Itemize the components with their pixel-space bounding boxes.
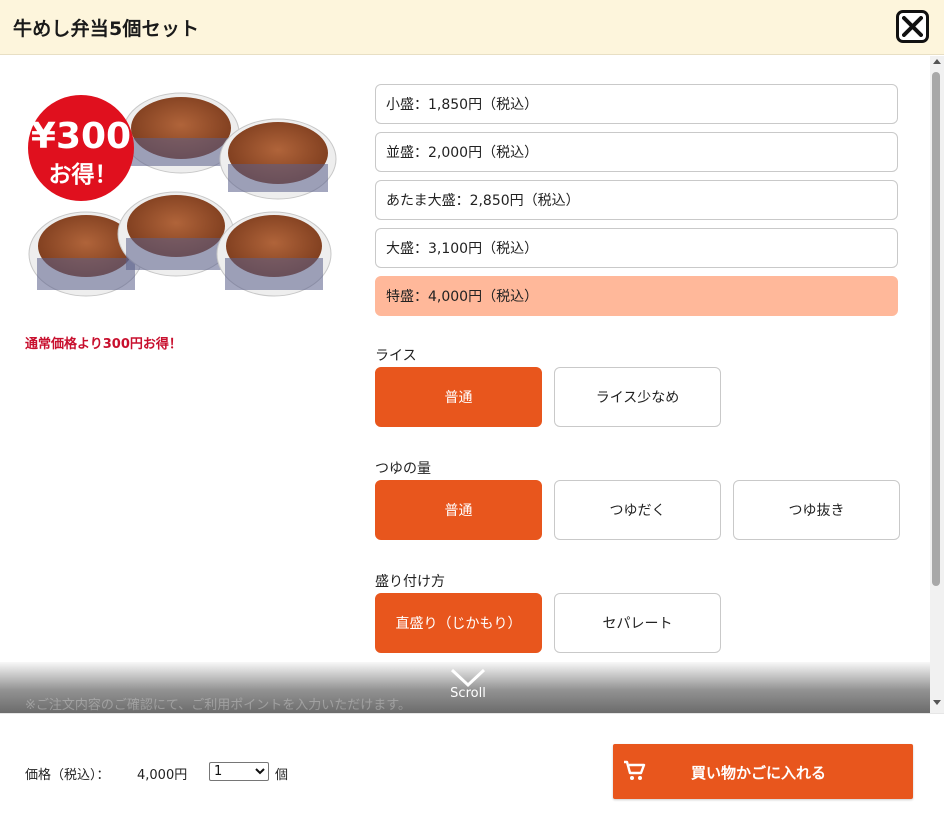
- bowl-front-center: [117, 191, 235, 277]
- badge-amount: ¥300: [31, 116, 131, 157]
- close-button[interactable]: [896, 10, 929, 43]
- serving-options: 直盛り（じかもり） セパレート: [375, 593, 721, 653]
- modal-footer: 価格（税込）： 4,000円 1 個 買い物かごに入れる: [0, 713, 944, 818]
- tsuyu-option-none[interactable]: つゆ抜き: [733, 480, 900, 540]
- badge-text: お得！: [49, 161, 118, 188]
- page-title: 牛めし弁当5個セット: [13, 18, 200, 40]
- size-option-atama-large[interactable]: あたま大盛：2,850円（税込）: [375, 180, 898, 220]
- tsuyu-option-extra[interactable]: つゆだく: [554, 480, 721, 540]
- serving-option-direct[interactable]: 直盛り（じかもり）: [375, 593, 542, 653]
- scrollbar-thumb[interactable]: [932, 72, 940, 586]
- tsuyu-options: 普通 つゆだく つゆ抜き: [375, 480, 900, 540]
- scroll-hint[interactable]: Scroll: [442, 668, 494, 712]
- serving-label: 盛り付け方: [375, 574, 445, 590]
- cart-icon: [624, 760, 646, 780]
- tsuyu-option-normal[interactable]: 普通: [375, 480, 542, 540]
- bowl-back-right: [219, 118, 337, 200]
- scroll-label: Scroll: [450, 686, 486, 701]
- size-option-large[interactable]: 大盛：3,100円（税込）: [375, 228, 898, 268]
- cart-button-label: 買い物かごに入れる: [691, 764, 827, 782]
- close-icon: [902, 16, 923, 37]
- size-option-regular[interactable]: 並盛：2,000円（税込）: [375, 132, 898, 172]
- discount-note: 通常価格より300円お得！: [25, 337, 182, 352]
- discount-badge: ¥300 お得！: [28, 95, 134, 201]
- chevron-down-icon: [450, 668, 486, 688]
- rice-options: 普通 ライス少なめ: [375, 367, 721, 427]
- points-note: ※ご注文内容のご確認にて、ご利用ポイントを入力いただけます。: [25, 698, 411, 713]
- price-label: 価格（税込）：: [25, 768, 110, 783]
- tsuyu-label: つゆの量: [375, 461, 431, 477]
- quantity-select[interactable]: 1: [209, 762, 269, 781]
- size-option-extra-large[interactable]: 特盛：4,000円（税込）: [375, 276, 898, 316]
- rice-label: ライス: [375, 348, 417, 364]
- serving-option-separate[interactable]: セパレート: [554, 593, 721, 653]
- product-image: ¥300 お得！: [28, 92, 337, 297]
- modal-header: 牛めし弁当5個セット: [0, 0, 944, 55]
- modal-content: ¥300 お得！ 通常価格より300円お得！ 小盛：1,850円（税込） 並盛：…: [0, 56, 930, 713]
- quantity-unit: 個: [275, 768, 289, 783]
- rice-option-normal[interactable]: 普通: [375, 367, 542, 427]
- size-options: 小盛：1,850円（税込） 並盛：2,000円（税込） あたま大盛：2,850円…: [375, 84, 898, 324]
- add-to-cart-button[interactable]: 買い物かごに入れる: [613, 744, 913, 799]
- bowl-front-right: [216, 211, 332, 297]
- size-option-small[interactable]: 小盛：1,850円（税込）: [375, 84, 898, 124]
- rice-option-less[interactable]: ライス少なめ: [554, 367, 721, 427]
- scroll-up-arrow-icon[interactable]: [933, 59, 941, 64]
- price-value: 4,000円: [137, 768, 188, 783]
- scroll-down-arrow-icon[interactable]: [933, 700, 941, 705]
